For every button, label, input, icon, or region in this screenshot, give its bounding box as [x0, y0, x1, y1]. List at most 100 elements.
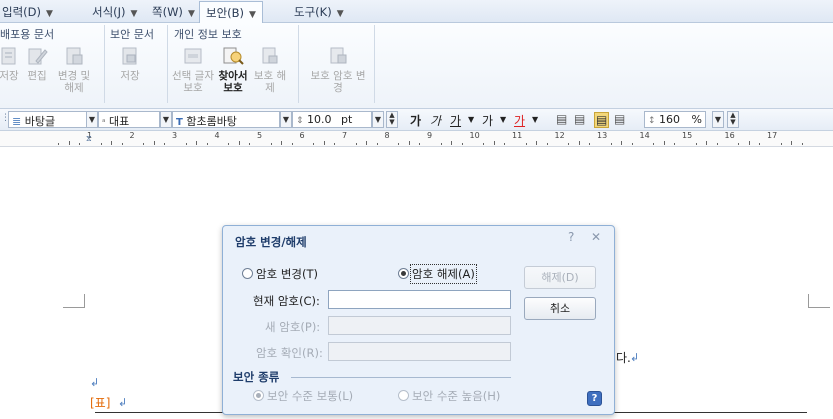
help-button[interactable]: ?	[587, 391, 602, 406]
confirm-password-label: 암호 확인(R):	[256, 346, 323, 360]
ruler-tick	[419, 143, 421, 145]
ruler-tick	[748, 141, 750, 145]
close-icon[interactable]: ✕	[591, 230, 601, 244]
radio-change-label[interactable]: 암호 변경(T)	[256, 266, 318, 282]
ruler-number: 2	[129, 131, 135, 140]
chevron-down-icon[interactable]: ▼	[131, 9, 138, 19]
language-dropdown-button[interactable]: ▼	[160, 111, 172, 128]
radio-security-level-high[interactable]	[398, 390, 409, 401]
ruler-number: 6	[299, 131, 305, 140]
chevron-down-icon[interactable]: ▼	[249, 10, 256, 20]
ruler-number: 17	[767, 131, 778, 140]
ruler-number: 15	[682, 131, 693, 140]
style-icon: ≣	[12, 115, 22, 128]
select-text-protect-button[interactable]: 선택 글자 보호	[172, 45, 214, 94]
menu-tab-tools[interactable]: 도구(K) ▼	[294, 4, 344, 20]
font-size-stepper[interactable]: ▲ ▼	[386, 111, 398, 128]
cancel-button[interactable]: 취소	[524, 297, 596, 320]
strikethrough-button[interactable]: 가	[482, 112, 493, 129]
confirm-password-input[interactable]	[328, 342, 511, 361]
font-color-button[interactable]: 가	[514, 112, 525, 129]
button-label: 보호 암호 변경	[310, 70, 366, 94]
ruler-tick	[228, 143, 230, 145]
ruler-tick	[568, 143, 570, 145]
menu-tab-page[interactable]: 쪽(W) ▼	[152, 4, 195, 20]
ruler-tick	[578, 141, 580, 145]
unprotect-button[interactable]: 보호 해제	[250, 45, 290, 94]
help-icon[interactable]: ?	[568, 230, 574, 244]
current-password-input[interactable]	[328, 290, 511, 309]
radio-change-password[interactable]	[242, 268, 253, 279]
ruler-tick	[121, 143, 123, 145]
ruler-tick	[801, 143, 803, 145]
ruler-tick	[653, 143, 655, 145]
font-combo[interactable]: T 함초롬바탕	[172, 111, 280, 128]
align-center-icon[interactable]: ▤	[594, 112, 610, 128]
line-spacing-stepper[interactable]: ▲ ▼	[727, 111, 739, 128]
font-size-dropdown-button[interactable]: ▼	[372, 111, 384, 128]
ruler-tick	[759, 143, 761, 145]
radio-release-password[interactable]	[398, 268, 409, 279]
menu-tab-format[interactable]: 서식(J) ▼	[92, 4, 137, 20]
ruler-tick	[355, 143, 357, 145]
radio-security-level-normal[interactable]	[253, 390, 264, 401]
ruler-tick	[58, 143, 60, 145]
underline-button[interactable]: 가	[450, 112, 461, 129]
radio-release-label[interactable]: 암호 해제(A)	[410, 264, 477, 284]
ruler-tick	[621, 141, 623, 145]
line-spacing-dropdown-button[interactable]: ▼	[712, 111, 724, 128]
ruler-tick	[291, 143, 293, 145]
distribution-change-release-button[interactable]: 변경 및 해제	[53, 45, 95, 94]
protect-password-icon	[330, 47, 347, 64]
bold-button[interactable]: 가	[410, 112, 421, 129]
font-size-combo[interactable]: ⇕ 10.0 pt	[292, 111, 372, 128]
align-justify-icon[interactable]: ▤	[556, 112, 567, 126]
ruler-tick	[483, 143, 485, 145]
protect-password-change-button[interactable]: 보호 암호 변경	[310, 45, 366, 94]
ruler-number: 11	[512, 131, 523, 140]
line-spacing-combo[interactable]: ↕ 160 %	[644, 111, 706, 128]
menu-tab-security[interactable]: 보안(B) ▼	[199, 1, 263, 24]
ruler-tick	[546, 143, 548, 145]
ruler-tick	[408, 141, 410, 145]
language-combo[interactable]: ᵃ 대표	[98, 111, 160, 128]
ruler-tick	[631, 143, 633, 145]
indent-marker-icon[interactable]: ⧖	[86, 134, 92, 144]
chevron-down-icon[interactable]: ▼	[337, 9, 344, 19]
security-level-high-label[interactable]: 보안 수준 높음(H)	[412, 388, 500, 404]
font-value: 함초롬바탕	[186, 115, 237, 128]
page-margin-mark	[808, 294, 830, 308]
align-left-icon[interactable]: ▤	[574, 112, 585, 126]
distribution-edit-button[interactable]: 편집	[20, 45, 54, 82]
secure-doc-save-button[interactable]: 저장	[113, 45, 147, 82]
ruler-tick	[206, 143, 208, 145]
ruler-number: 8	[384, 131, 390, 140]
chevron-down-icon[interactable]: ▼	[500, 115, 506, 124]
font-dropdown-button[interactable]: ▼	[280, 111, 292, 128]
ruler[interactable]: 1 2 3 4 5 6 7 8 9 10 11 12 13 14 15 16 17 ⧖	[0, 131, 833, 147]
section-divider	[291, 377, 511, 378]
align-right-icon[interactable]: ▤	[614, 112, 625, 126]
format-toolbar: ⋮ ≣ 바탕글 ▼ ᵃ 대표 ▼ T 함초롬바탕 ▼ ⇕ 10.0 pt ▼ ▲…	[0, 109, 833, 131]
paragraph-mark: ↲	[630, 351, 640, 364]
menu-tab-label: 입력(D)	[2, 5, 41, 19]
new-password-input[interactable]	[328, 316, 511, 335]
font-type-icon: T	[176, 117, 183, 128]
new-password-label: 새 암호(P):	[265, 320, 321, 334]
italic-button[interactable]: 가	[430, 112, 441, 129]
security-level-normal-label[interactable]: 보안 수준 보통(L)	[267, 388, 353, 404]
ruler-tick	[111, 141, 113, 145]
ruler-tick	[398, 143, 400, 145]
chevron-down-icon[interactable]: ▼	[532, 115, 538, 124]
style-dropdown-button[interactable]: ▼	[86, 111, 98, 128]
ruler-tick	[153, 141, 155, 145]
ruler-tick	[663, 141, 665, 145]
chevron-down-icon[interactable]: ▼	[468, 115, 474, 124]
menu-tab-insert[interactable]: 입력(D) ▼	[2, 4, 53, 20]
chevron-down-icon[interactable]: ▼	[46, 9, 53, 19]
chevron-down-icon[interactable]: ▼	[188, 9, 195, 19]
style-combo[interactable]: ≣ 바탕글	[8, 111, 88, 128]
release-button[interactable]: 해제(D)	[524, 266, 596, 289]
ruler-tick	[525, 143, 527, 145]
find-protect-button[interactable]: 찾아서 보호	[212, 45, 254, 94]
